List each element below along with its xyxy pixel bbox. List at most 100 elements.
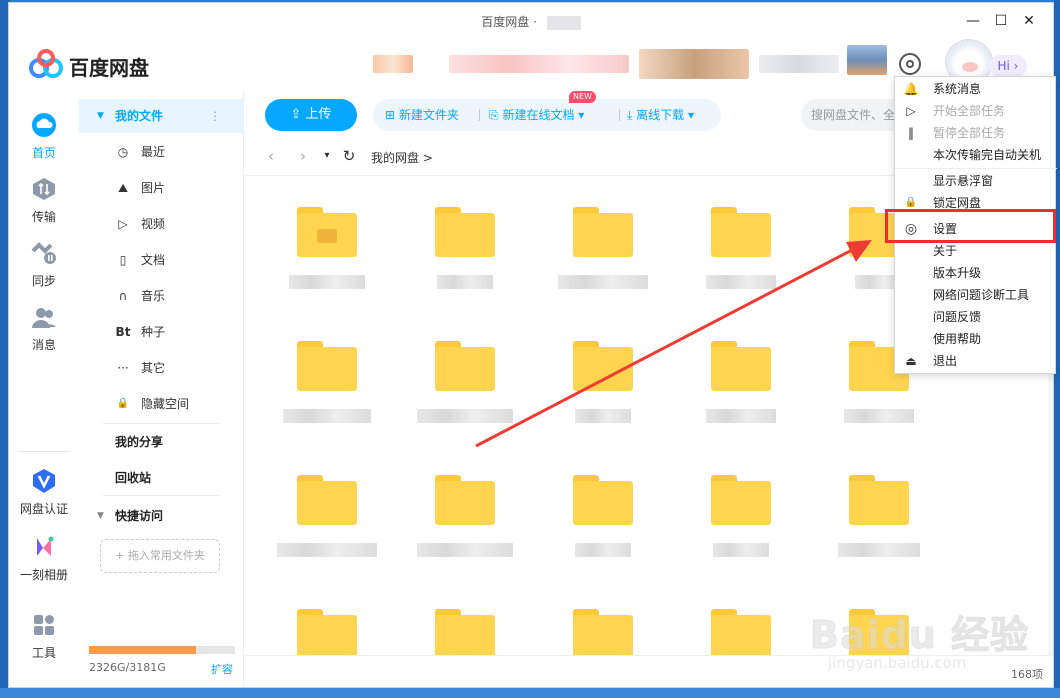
folder-name-blurred	[706, 409, 776, 423]
header-promo-blurred[interactable]	[373, 55, 413, 73]
menu-item-system-messages[interactable]: 🔔 系统消息	[895, 78, 1057, 100]
menu-item-label: 问题反馈	[933, 310, 982, 324]
window-title-separator: ·	[533, 15, 537, 29]
nav-home[interactable]: 首页	[9, 113, 79, 161]
header-promo-blurred-4[interactable]	[759, 55, 839, 73]
breadcrumb[interactable]: 我的网盘 >	[371, 149, 433, 166]
clock-icon: ◷	[117, 145, 129, 159]
sidebar-item-recent[interactable]: ◷ 最近	[79, 135, 243, 169]
header-promo-blurred-3[interactable]	[639, 49, 749, 79]
menu-item-auto-shutdown[interactable]: 本次传输完自动关机	[895, 144, 1057, 166]
menu-item-label: 网络问题诊断工具	[933, 288, 1030, 302]
folder-icon-body	[849, 481, 909, 525]
menu-item-help[interactable]: 使用帮助	[895, 328, 1057, 350]
header-user-badge-blurred[interactable]	[847, 45, 887, 75]
menu-item-network-diagnostics[interactable]: 网络问题诊断工具	[895, 284, 1057, 306]
folder-item[interactable]	[257, 579, 395, 655]
upload-button-label: 上传	[305, 107, 332, 122]
sidebar-item-label: 视频	[141, 217, 166, 231]
sidebar-item-images[interactable]: ⛰ 图片	[79, 171, 243, 205]
folder-icon-body	[435, 481, 495, 525]
folder-icon-body	[573, 347, 633, 391]
nav-messages[interactable]: 消息	[9, 305, 79, 353]
folder-icon-body	[435, 615, 495, 655]
hi-user-button[interactable]: Hi ›	[989, 55, 1027, 77]
sidebar-item-my-share[interactable]: 我的分享	[79, 425, 243, 459]
close-button[interactable]: ✕	[1015, 11, 1043, 31]
folder-item[interactable]	[395, 177, 533, 311]
upload-button[interactable]: ⇪ 上传	[265, 99, 357, 131]
folder-name-blurred	[277, 543, 377, 557]
maximize-button[interactable]: ☐	[987, 11, 1015, 31]
folder-item[interactable]	[533, 311, 671, 445]
folder-name-blurred	[575, 409, 631, 423]
menu-item-label: 暂停全部任务	[933, 126, 1006, 140]
title-bar[interactable]: 百度网盘 · — ☐ ✕	[9, 3, 1053, 39]
sidebar-item-documents[interactable]: ▯ 文档	[79, 243, 243, 277]
folder-icon-body	[711, 615, 771, 655]
offline-download-button[interactable]: ⤓ 离线下载 ▾	[627, 99, 694, 131]
folder-item[interactable]	[395, 445, 533, 579]
verify-icon	[33, 469, 55, 493]
sidebar-item-music[interactable]: ∩ 音乐	[79, 279, 243, 313]
folder-item[interactable]	[533, 177, 671, 311]
expand-storage-link[interactable]: 扩容	[211, 661, 233, 677]
menu-item-start-all-tasks[interactable]: ▷ 开始全部任务	[895, 100, 1057, 122]
folder-item[interactable]	[533, 579, 671, 655]
sidebar-item-quick-access[interactable]: ▼ 快捷访问	[79, 499, 243, 533]
offline-download-label: 离线下载 ▾	[636, 108, 694, 122]
menu-item-pause-all-tasks[interactable]: ‖ 暂停全部任务	[895, 122, 1057, 144]
toolbar-separator	[479, 109, 480, 121]
folder-item[interactable]	[395, 311, 533, 445]
folder-item[interactable]	[809, 445, 947, 579]
sidebar-item-recycle-bin[interactable]: 回收站	[79, 461, 243, 495]
sidebar-item-other[interactable]: ··· 其它	[79, 351, 243, 385]
folder-item[interactable]	[671, 177, 809, 311]
forward-button[interactable]: ›	[293, 147, 313, 165]
sidebar-item-label: 我的分享	[115, 435, 164, 449]
folder-item[interactable]	[257, 445, 395, 579]
header-promo-blurred-2[interactable]	[449, 55, 629, 73]
menu-item-about[interactable]: 关于	[895, 240, 1057, 262]
bell-icon: 🔔	[903, 82, 919, 96]
history-dropdown-icon[interactable]: ▾	[317, 150, 337, 161]
folder-item[interactable]	[395, 579, 533, 655]
folder-name-blurred	[838, 543, 920, 557]
folder-item[interactable]	[257, 311, 395, 445]
watermark-logo-text: Baidu 经验	[809, 613, 1030, 658]
menu-item-show-float-window[interactable]: 显示悬浮窗	[895, 170, 1057, 192]
settings-gear-icon[interactable]	[899, 53, 921, 75]
nav-tools[interactable]: 工具	[9, 613, 79, 661]
sidebar-item-hidden-space[interactable]: 🔒 隐藏空间	[79, 387, 243, 421]
quick-access-drop-zone[interactable]: + 拖入常用文件夹	[100, 539, 220, 573]
nav-album[interactable]: 一刻相册	[9, 535, 79, 583]
nav-netdisk-verify[interactable]: 网盘认证	[9, 469, 79, 517]
menu-item-exit[interactable]: ⏏ 退出	[895, 350, 1057, 372]
folder-item[interactable]	[257, 177, 395, 311]
sidebar-item-videos[interactable]: ▷ 视频	[79, 207, 243, 241]
folder-item[interactable]	[671, 445, 809, 579]
folder-icon	[435, 475, 495, 525]
refresh-button[interactable]: ↻	[339, 147, 359, 165]
folder-item[interactable]	[533, 445, 671, 579]
folder-icon-body	[573, 615, 633, 655]
new-online-doc-button[interactable]: ⎘ 新建在线文档 ▾	[489, 99, 584, 131]
folder-icon	[573, 609, 633, 655]
sidebar-item-my-files[interactable]: ▼ 我的文件 ⋮	[79, 99, 243, 133]
new-folder-button[interactable]: ⊞ 新建文件夹	[385, 99, 459, 131]
menu-item-label: 系统消息	[933, 82, 982, 96]
nav-sync[interactable]: 同步	[9, 241, 79, 289]
back-button[interactable]: ‹	[261, 147, 281, 165]
menu-item-feedback[interactable]: 问题反馈	[895, 306, 1057, 328]
sidebar-item-torrents[interactable]: Bt 种子	[79, 315, 243, 349]
folder-icon	[849, 475, 909, 525]
more-options-icon[interactable]: ⋮	[209, 99, 221, 133]
sidebar-item-label: 快捷访问	[115, 509, 164, 523]
folder-item[interactable]	[671, 311, 809, 445]
play-icon: ▷	[118, 217, 128, 231]
nav-transfer[interactable]: 传输	[9, 177, 79, 225]
nav-messages-label: 消息	[31, 338, 56, 352]
folder-item[interactable]	[671, 579, 809, 655]
menu-item-version-upgrade[interactable]: 版本升级	[895, 262, 1057, 284]
minimize-button[interactable]: —	[959, 11, 987, 31]
